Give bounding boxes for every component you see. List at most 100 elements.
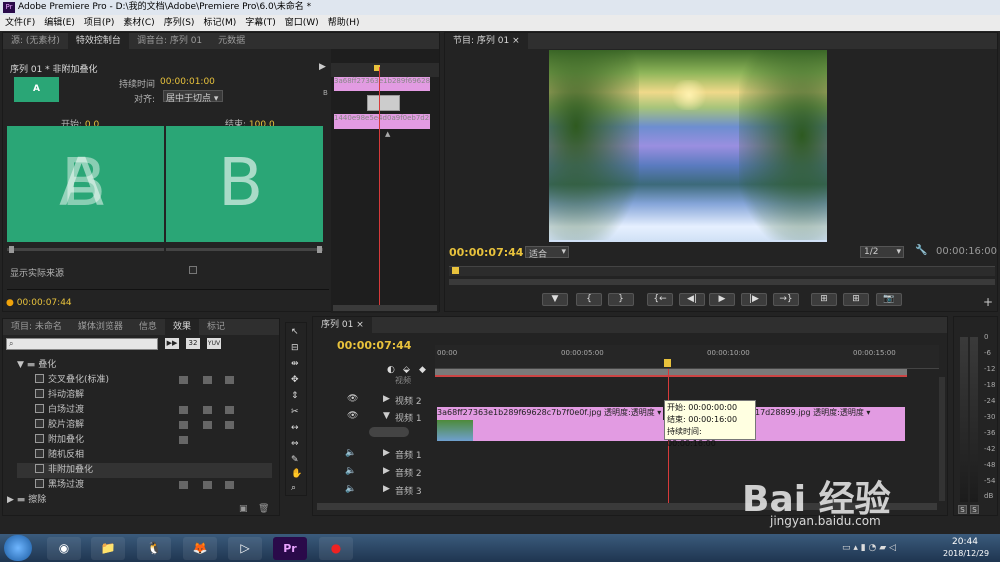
menu-file[interactable]: 文件(F) (5, 18, 35, 28)
mark-in-button[interactable]: { (576, 293, 602, 306)
list-item[interactable]: 白场过渡 (17, 403, 272, 418)
speaker-icon[interactable]: 🔈 (345, 448, 356, 458)
lift-button[interactable]: ⊞ (811, 293, 837, 306)
folder-wipe[interactable]: ▶ ▬ 擦除 (7, 493, 262, 508)
tab-audio-mixer[interactable]: 调音台: 序列 01 (129, 33, 210, 49)
keyframe-icon[interactable]: ◆ (419, 365, 426, 375)
tab-info[interactable]: 信息 (131, 319, 165, 335)
show-source-checkbox[interactable] (189, 266, 197, 274)
go-to-out-button[interactable]: →} (773, 293, 799, 306)
trash-icon[interactable]: 🗑 (258, 504, 269, 514)
list-item[interactable]: 抖动溶解 (17, 388, 272, 403)
play-transition-icon[interactable]: ▶ (319, 62, 326, 72)
taskbar-app-media[interactable]: ▷ (228, 537, 262, 560)
clock-time[interactable]: 20:44 (952, 537, 978, 547)
extract-button[interactable]: ⊞ (843, 293, 869, 306)
tab-sequence[interactable]: 序列 01 × (313, 317, 372, 333)
list-item[interactable]: 胶片溶解 (17, 418, 272, 433)
taskbar-app-premiere[interactable]: Pr (273, 537, 307, 560)
go-to-in-button[interactable]: {← (647, 293, 673, 306)
track-select-tool-icon[interactable]: ⊟ (291, 343, 299, 353)
chevron-down-icon[interactable]: ▼ (383, 411, 390, 421)
program-zoom-bar[interactable] (449, 279, 995, 285)
list-item[interactable]: 交叉叠化(标准) (17, 373, 272, 388)
chevron-right-icon[interactable]: ▶ (383, 484, 390, 494)
list-item[interactable]: 随机反相 (17, 448, 272, 463)
slip-tool-icon[interactable]: ↔ (291, 423, 299, 433)
work-area-bar[interactable] (435, 369, 907, 377)
timeline-clip-2[interactable]: 17d28899.jpg 透明度:透明度 ▾ (755, 407, 905, 420)
eye-icon[interactable]: 👁 (347, 394, 358, 404)
start-preview[interactable]: B A (7, 126, 164, 242)
speaker-icon[interactable]: 🔈 (345, 466, 356, 476)
tab-effect-controls[interactable]: 特效控制台 (67, 33, 129, 49)
start-button[interactable] (4, 535, 32, 561)
mini-clip-b[interactable]: 1440e98e5e4d0a9f0eb7d2b8 (334, 114, 430, 129)
tab-metadata[interactable]: 元数据 (210, 33, 253, 49)
mini-scrollbar[interactable] (333, 305, 437, 311)
menu-edit[interactable]: 编辑(E) (44, 18, 75, 28)
start-slider-handle[interactable] (9, 246, 14, 253)
menu-sequence[interactable]: 序列(S) (164, 18, 195, 28)
solo-left-button[interactable]: S (958, 505, 967, 514)
taskbar-app-qq[interactable]: 🐧 (137, 537, 171, 560)
list-item[interactable]: 附加叠化 (17, 433, 272, 448)
taskbar-app-firefox[interactable]: 🦊 (183, 537, 217, 560)
close-icon[interactable]: × (356, 320, 364, 330)
keyframe-toggle[interactable] (369, 427, 409, 437)
timeline-ruler[interactable]: 00:00 00:00:05:00 00:00:10:00 00:00:15:0… (435, 345, 939, 369)
accelerated-badge[interactable]: ▶▶ (165, 338, 179, 349)
tab-markers[interactable]: 标记 (199, 319, 233, 335)
timeline-timecode[interactable]: 00:00:07:44 (337, 339, 411, 352)
pen-tool-icon[interactable]: ✎ (291, 455, 299, 465)
end-slider-handle[interactable] (317, 246, 322, 253)
new-bin-icon[interactable]: ▣ (239, 504, 248, 514)
menu-project[interactable]: 项目(P) (84, 18, 114, 28)
add-marker-button[interactable]: ▼ (542, 293, 568, 306)
solo-right-button[interactable]: S (970, 505, 979, 514)
list-item-selected[interactable]: 非附加叠化 (17, 463, 272, 478)
end-slider[interactable] (166, 248, 323, 251)
hand-tool-icon[interactable]: ✋ (291, 469, 302, 479)
zoom-tool-icon[interactable]: ⌕ (291, 483, 296, 493)
step-back-button[interactable]: ◀| (679, 293, 705, 306)
fit-dropdown[interactable]: 适合 ▾ (525, 246, 569, 260)
add-button-icon[interactable]: + (983, 295, 993, 309)
menu-marker[interactable]: 标记(M) (203, 18, 236, 28)
program-timecode[interactable]: 00:00:07:44 (449, 246, 523, 259)
taskbar-app-explorer[interactable]: 📁 (91, 537, 125, 560)
tab-source[interactable]: 源: (无素材) (3, 33, 68, 49)
taskbar-app-browser[interactable]: ◉ (47, 537, 81, 560)
tab-project[interactable]: 项目: 未命名 (3, 319, 70, 335)
yuv-badge[interactable]: YUV (207, 338, 221, 349)
start-slider[interactable] (7, 248, 164, 251)
eye-icon[interactable]: 👁 (347, 411, 358, 421)
program-scrub-bar[interactable] (449, 266, 995, 276)
wrench-icon[interactable]: 🔧 (915, 245, 927, 256)
chevron-right-icon[interactable]: ▶ (383, 466, 390, 476)
clock-date[interactable]: 2018/12/29 (943, 549, 989, 558)
rolling-edit-tool-icon[interactable]: ✥ (291, 375, 299, 385)
ripple-edit-tool-icon[interactable]: ⇹ (291, 359, 299, 369)
rate-stretch-tool-icon[interactable]: ⇕ (291, 391, 299, 401)
list-item[interactable]: 黑场过渡 (17, 478, 272, 493)
tab-media-browser[interactable]: 媒体浏览器 (70, 319, 131, 335)
menu-title[interactable]: 字幕(T) (245, 18, 276, 28)
program-playhead-icon[interactable] (452, 267, 459, 274)
end-preview[interactable]: B (166, 126, 323, 242)
menu-clip[interactable]: 素材(C) (123, 18, 154, 28)
snap-icon[interactable]: ◐ (387, 365, 395, 375)
chevron-right-icon[interactable]: ▶ (383, 394, 390, 404)
32bit-badge[interactable]: 32 (186, 338, 200, 349)
mini-clip-a[interactable]: 3a68ff27363e1b289f69628 (334, 77, 430, 91)
razor-tool-icon[interactable]: ✂ (291, 407, 299, 417)
play-button[interactable]: ▶ (709, 293, 735, 306)
folder-dissolve[interactable]: ▼ ▬ 叠化 (17, 358, 272, 373)
selection-tool-icon[interactable]: ↖ (291, 327, 299, 337)
vertical-scrollbar[interactable] (939, 377, 945, 501)
timeline-clip-1[interactable]: 3a68ff27363e1b289f69628c7b7f0e0f.jpg 透明度… (437, 407, 663, 420)
step-forward-button[interactable]: |▶ (741, 293, 767, 306)
slide-tool-icon[interactable]: ⇔ (291, 439, 299, 449)
effects-search-input[interactable]: ⌕ (6, 338, 158, 350)
export-frame-button[interactable]: 📷 (876, 293, 902, 306)
